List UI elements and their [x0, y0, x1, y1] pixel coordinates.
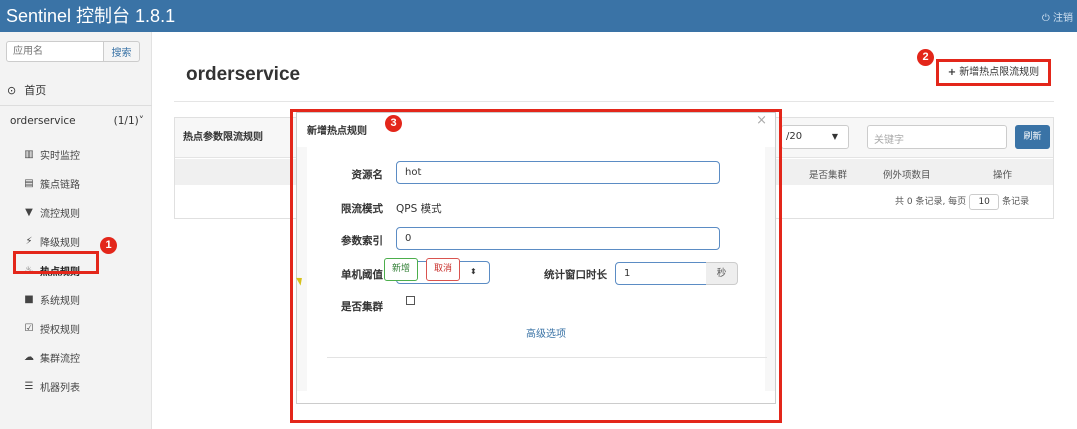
add-hotspot-rule-button[interactable]: + 新增热点限流规则 [936, 59, 1051, 86]
cancel-button[interactable]: 取消 [426, 258, 460, 281]
app-count: (1/1)˅ [113, 115, 144, 127]
sidebar-item-flow-rules[interactable]: ▼ 流控规则 [22, 198, 80, 227]
advanced-options-link[interactable]: 高级选项 [526, 325, 566, 340]
column-cluster: 是否集群 [809, 170, 848, 181]
add-button[interactable]: 新增 [384, 258, 418, 281]
panel-title: 热点参数限流规则 [183, 132, 263, 143]
logout-link[interactable]: ⏻ 注销 [1042, 9, 1073, 24]
window-unit: 秒 [706, 262, 738, 285]
sidebar-item-cluster-flow[interactable]: ☁ 集群流控 [22, 343, 80, 372]
app-title: Sentinel 控制台 1.8.1 [6, 6, 176, 26]
app-name: orderservice [10, 115, 76, 127]
rule-form: 资源名 hot 限流模式 QPS 模式 参数索引 0 单机阈值 0 ⬍ 统计窗口… [307, 147, 767, 391]
logout-icon: ⏻ [1041, 13, 1050, 24]
app-search-input[interactable] [6, 41, 104, 62]
dialog-title: 新增热点规则 [307, 126, 367, 137]
check-icon: ☑ [24, 323, 34, 334]
bar-chart-icon: ▥ [24, 149, 34, 160]
app-group-orderservice[interactable]: orderservice (1/1)˅ [10, 115, 144, 127]
page-title: orderservice [186, 64, 301, 85]
chevron-down-icon: ˅ [138, 115, 144, 127]
keyword-input[interactable]: 关键字 [867, 125, 1007, 149]
column-exceptions: 例外项数目 [883, 170, 931, 181]
sidebar-item-cluster-link[interactable]: ▤ 簇点链路 [22, 169, 80, 198]
dialog-body: 资源名 hot 限流模式 QPS 模式 参数索引 0 单机阈值 0 ⬍ 统计窗口… [297, 147, 775, 391]
search-button[interactable]: 搜索 [104, 41, 140, 62]
page-size-input[interactable]: 10 [969, 194, 1000, 210]
list-icon: ▤ [24, 178, 34, 189]
dashboard-icon: ⊙ [7, 84, 17, 97]
annotation-badge-3: 3 [385, 115, 402, 132]
threshold-label: 单机阈值 [341, 269, 383, 281]
cluster-label: 是否集群 [341, 301, 383, 313]
param-index-label: 参数索引 [341, 235, 383, 247]
sidebar: 搜索 ⊙首页 orderservice (1/1)˅ ▥实时监控 ▤簇点链路 ▼… [0, 32, 152, 429]
window-label: 统计窗口时长 [544, 269, 607, 281]
column-ops: 操作 [993, 170, 1013, 181]
param-index-input[interactable]: 0 [396, 227, 720, 250]
plus-icon: + [947, 67, 957, 78]
resource-label: 资源名 [351, 169, 384, 181]
sidebar-divider [0, 105, 152, 106]
lock-icon: ■ [24, 294, 34, 305]
caret-down-icon: ▼ [831, 132, 838, 141]
window-input[interactable]: 1 [615, 262, 707, 285]
close-icon[interactable]: × [756, 113, 767, 128]
top-navbar: Sentinel 控制台 1.8.1 ⏻ 注销 [0, 0, 1077, 32]
page-size-select[interactable]: /20 ▼ [781, 125, 849, 149]
mode-label: 限流模式 [341, 203, 383, 215]
sidebar-item-machines[interactable]: ☰ 机器列表 [22, 372, 80, 401]
mode-value: QPS 模式 [396, 203, 442, 215]
title-divider [174, 101, 1054, 102]
flash-icon: ⚡ [25, 236, 33, 247]
pagination: 共 0 条记录, 每页 10 条记录 [895, 194, 1029, 210]
sidebar-item-system-rules[interactable]: ■ 系统规则 [22, 285, 80, 314]
refresh-button[interactable]: 刷新 [1015, 125, 1050, 149]
annotation-highlight-hotspot [13, 251, 99, 274]
resource-input[interactable]: hot [396, 161, 720, 184]
cluster-checkbox[interactable] [406, 296, 415, 305]
app-search: 搜索 [6, 41, 140, 62]
new-hotspot-rule-dialog: 新增热点规则 × 资源名 hot 限流模式 QPS 模式 参数索引 0 单机阈值… [296, 112, 776, 404]
annotation-badge-1: 1 [100, 237, 117, 254]
filter-icon: ▼ [25, 207, 33, 218]
sidebar-item-realtime[interactable]: ▥ 实时监控 [22, 140, 80, 169]
form-divider [327, 357, 767, 358]
sidebar-item-auth-rules[interactable]: ☑ 授权规则 [22, 314, 80, 343]
sidebar-item-home[interactable]: ⊙ 首页 [7, 82, 46, 98]
annotation-badge-2: 2 [917, 49, 934, 66]
cloud-icon: ☁ [24, 352, 34, 363]
spinner-arrows-icon[interactable]: ⬍ [470, 267, 477, 276]
th-list-icon: ☰ [24, 381, 34, 392]
